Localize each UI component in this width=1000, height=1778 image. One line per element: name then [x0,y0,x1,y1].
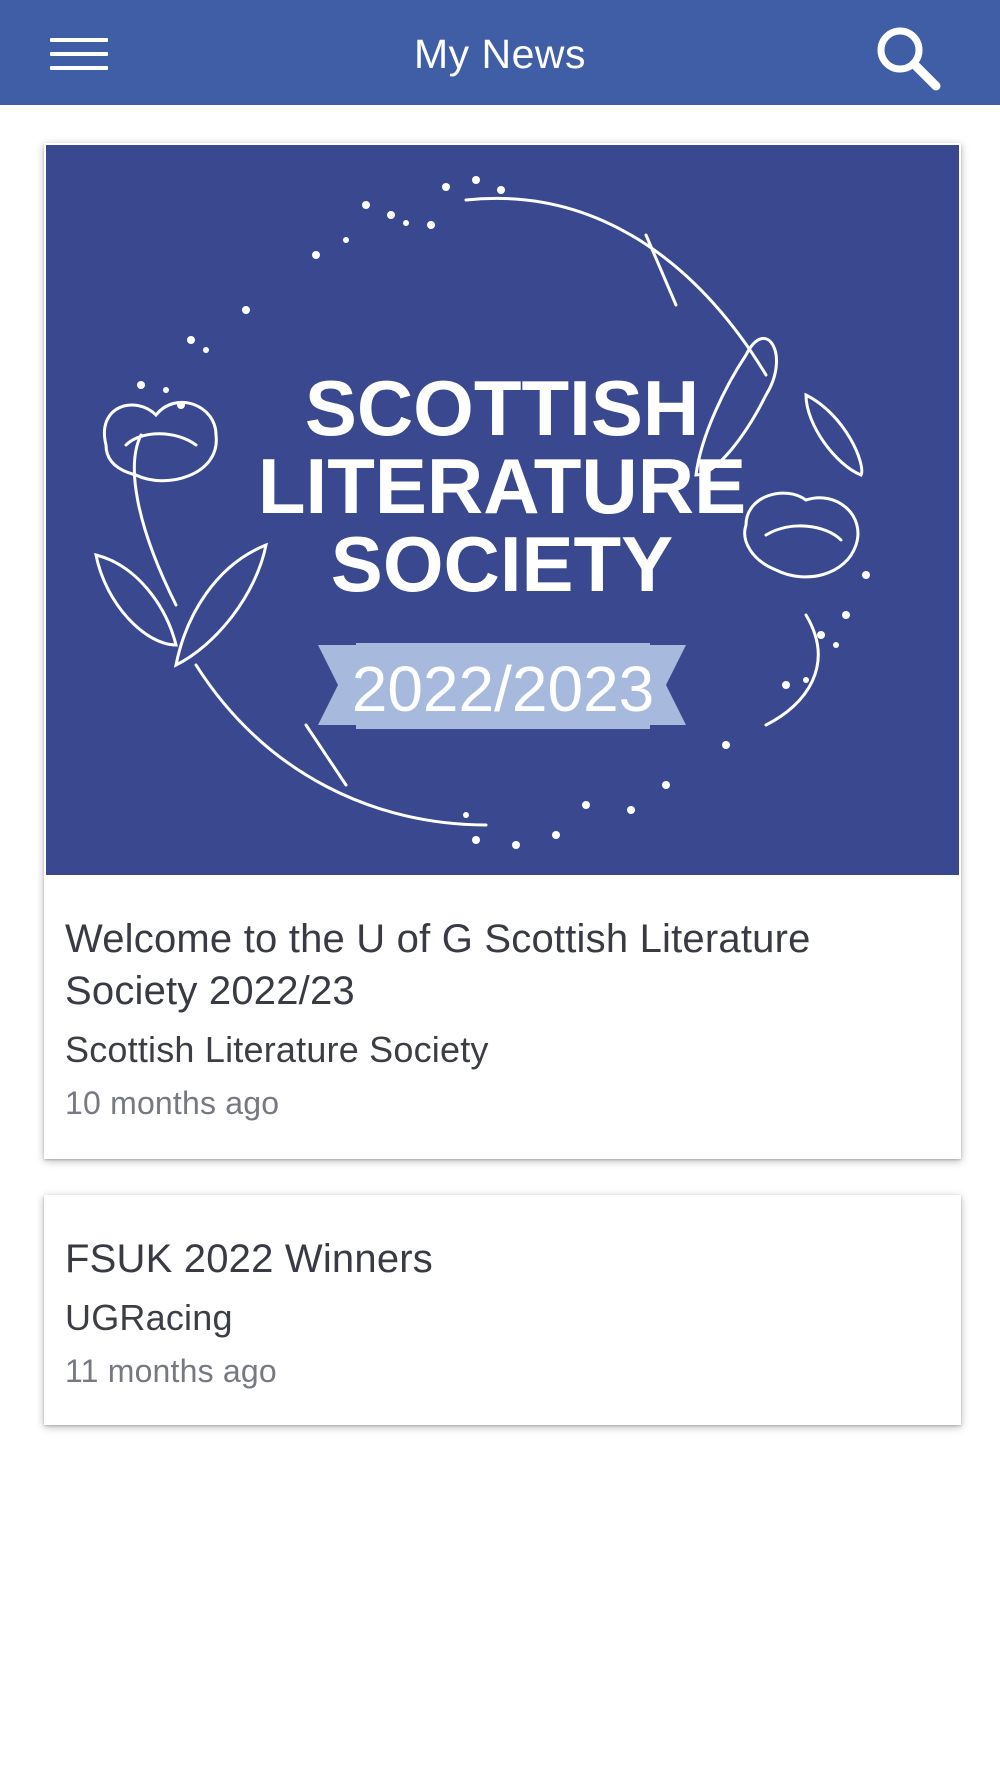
news-title: Welcome to the U of G Scottish Literatur… [65,917,811,1013]
search-icon[interactable] [870,20,944,94]
page-title: My News [413,31,587,77]
hamburger-menu-icon[interactable] [38,28,122,80]
news-source: Scottish Literature Society [65,1029,489,1070]
news-card[interactable]: SCOTTISH LITERATURE SOCIETY 2022/2023 We… [44,143,961,1159]
news-source: UGRacing [65,1297,233,1338]
banner-line-2: LITERATURE [258,442,746,530]
news-card[interactable]: FSUK 2022 Winners UGRacing 11 months ago [44,1195,961,1425]
news-title: FSUK 2022 Winners [65,1237,433,1281]
news-time: 11 months ago [65,1353,277,1389]
banner-line-1: SCOTTISH [305,364,699,452]
app-bar: My News [0,0,1000,105]
banner-year: 2022/2023 [352,653,655,725]
news-banner-image: SCOTTISH LITERATURE SOCIETY 2022/2023 [46,145,959,875]
news-time: 10 months ago [65,1085,280,1121]
banner-line-3: SOCIETY [331,520,673,608]
